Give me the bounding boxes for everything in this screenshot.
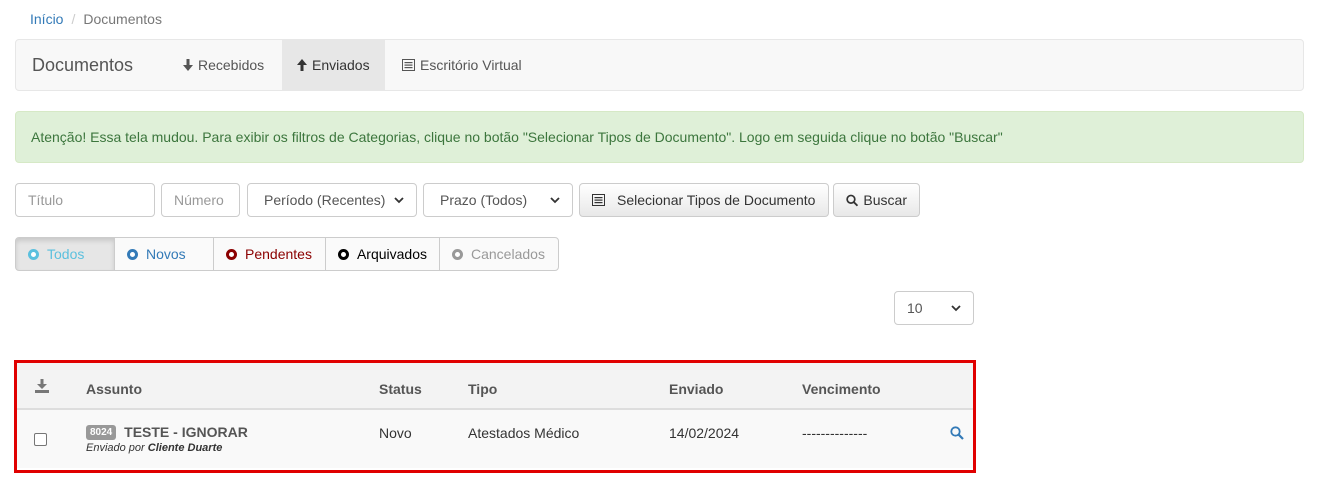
number-input[interactable]: Número xyxy=(161,183,240,217)
chevron-down-icon xyxy=(951,304,961,311)
document-id-badge: 8024 xyxy=(86,424,117,440)
alert-text: Atenção! Essa tela mudou. Para exibir os… xyxy=(31,129,1003,145)
search-button-label: Buscar xyxy=(863,192,907,208)
row-status: Novo xyxy=(379,425,412,441)
circle-icon xyxy=(338,248,349,260)
row-subject-line: 8024 TESTE - IGNORAR xyxy=(86,423,248,440)
header-sent: Enviado xyxy=(669,381,724,397)
status-arquivados-button[interactable]: Arquivados xyxy=(325,237,440,271)
status-filter-group: Todos Novos Pendentes Arquivados Cancela… xyxy=(15,237,559,271)
status-todos-button[interactable]: Todos xyxy=(15,237,115,271)
breadcrumb-separator: / xyxy=(71,11,76,27)
sent-by-line: Enviado por Cliente Duarte xyxy=(86,442,248,454)
circle-icon xyxy=(28,248,39,260)
search-icon xyxy=(846,194,859,206)
select-document-types-button[interactable]: Selecionar Tipos de Documento xyxy=(579,183,829,217)
row-due-date: -------------- xyxy=(802,425,868,441)
status-novos-button[interactable]: Novos xyxy=(114,237,214,271)
page-size-select[interactable]: 10 xyxy=(894,291,974,325)
deadline-select-value: Prazo (Todos) xyxy=(440,192,528,208)
status-todos-label: Todos xyxy=(47,246,85,262)
period-select[interactable]: Período (Recentes) xyxy=(247,183,417,217)
title-input-placeholder: Título xyxy=(28,192,64,208)
breadcrumb: Início / Documentos xyxy=(30,11,162,27)
tab-enviados-label: Enviados xyxy=(312,57,370,73)
download-icon[interactable] xyxy=(35,379,49,393)
header-due: Vencimento xyxy=(802,381,881,397)
sent-by-name: Cliente Duarte xyxy=(147,442,223,455)
title-input[interactable]: Título xyxy=(15,183,155,217)
row-checkbox[interactable] xyxy=(34,433,47,446)
chevron-down-icon xyxy=(394,196,404,203)
status-novos-label: Novos xyxy=(146,246,186,262)
tab-escritorio-virtual-label: Escritório Virtual xyxy=(420,57,522,73)
tab-enviados[interactable]: Enviados xyxy=(282,40,385,90)
table-row[interactable]: 8024 TESTE - IGNORAR Enviado por Cliente… xyxy=(17,410,973,468)
info-alert: Atenção! Essa tela mudou. Para exibir os… xyxy=(15,111,1304,163)
period-select-value: Período (Recentes) xyxy=(264,192,386,208)
search-button[interactable]: Buscar xyxy=(833,183,920,217)
list-icon xyxy=(592,194,605,206)
document-subject[interactable]: TESTE - IGNORAR xyxy=(124,424,248,440)
status-pendentes-label: Pendentes xyxy=(245,246,312,262)
header-subject: Assunto xyxy=(86,381,142,397)
deadline-select[interactable]: Prazo (Todos) xyxy=(423,183,573,217)
arrow-up-icon xyxy=(297,58,307,71)
page-size-value: 10 xyxy=(907,300,923,316)
row-subject-cell: 8024 TESTE - IGNORAR Enviado por Cliente… xyxy=(86,423,248,454)
arrow-down-icon xyxy=(183,58,193,71)
tab-escritorio-virtual[interactable]: Escritório Virtual xyxy=(387,40,537,90)
status-cancelados-label: Cancelados xyxy=(471,246,545,262)
breadcrumb-home-link[interactable]: Início xyxy=(30,11,63,27)
number-input-placeholder: Número xyxy=(174,192,224,208)
breadcrumb-current: Documentos xyxy=(83,11,162,27)
circle-icon xyxy=(127,248,138,260)
select-document-types-label: Selecionar Tipos de Documento xyxy=(617,192,816,208)
list-icon xyxy=(402,59,415,71)
row-type: Atestados Médico xyxy=(468,425,580,441)
view-details-search-icon[interactable] xyxy=(950,426,964,440)
tab-recebidos[interactable]: Recebidos xyxy=(168,40,279,90)
row-sent-date: 14/02/2024 xyxy=(669,425,740,441)
circle-icon xyxy=(226,248,237,260)
header-status: Status xyxy=(379,381,422,397)
tab-recebidos-label: Recebidos xyxy=(198,57,265,73)
documents-table: Assunto Status Tipo Enviado Vencimento 8… xyxy=(14,360,976,473)
header-type: Tipo xyxy=(468,381,498,397)
table-header: Assunto Status Tipo Enviado Vencimento xyxy=(17,363,973,410)
status-arquivados-label: Arquivados xyxy=(356,246,427,262)
circle-icon xyxy=(452,248,463,260)
navbar-brand[interactable]: Documentos xyxy=(32,55,133,76)
status-cancelados-button[interactable]: Cancelados xyxy=(439,237,559,271)
status-pendentes-button[interactable]: Pendentes xyxy=(213,237,326,271)
sent-by-prefix: Enviado por xyxy=(86,442,145,455)
chevron-down-icon xyxy=(550,196,560,203)
documents-navbar: Documentos Recebidos Enviados Escritório… xyxy=(15,39,1304,91)
